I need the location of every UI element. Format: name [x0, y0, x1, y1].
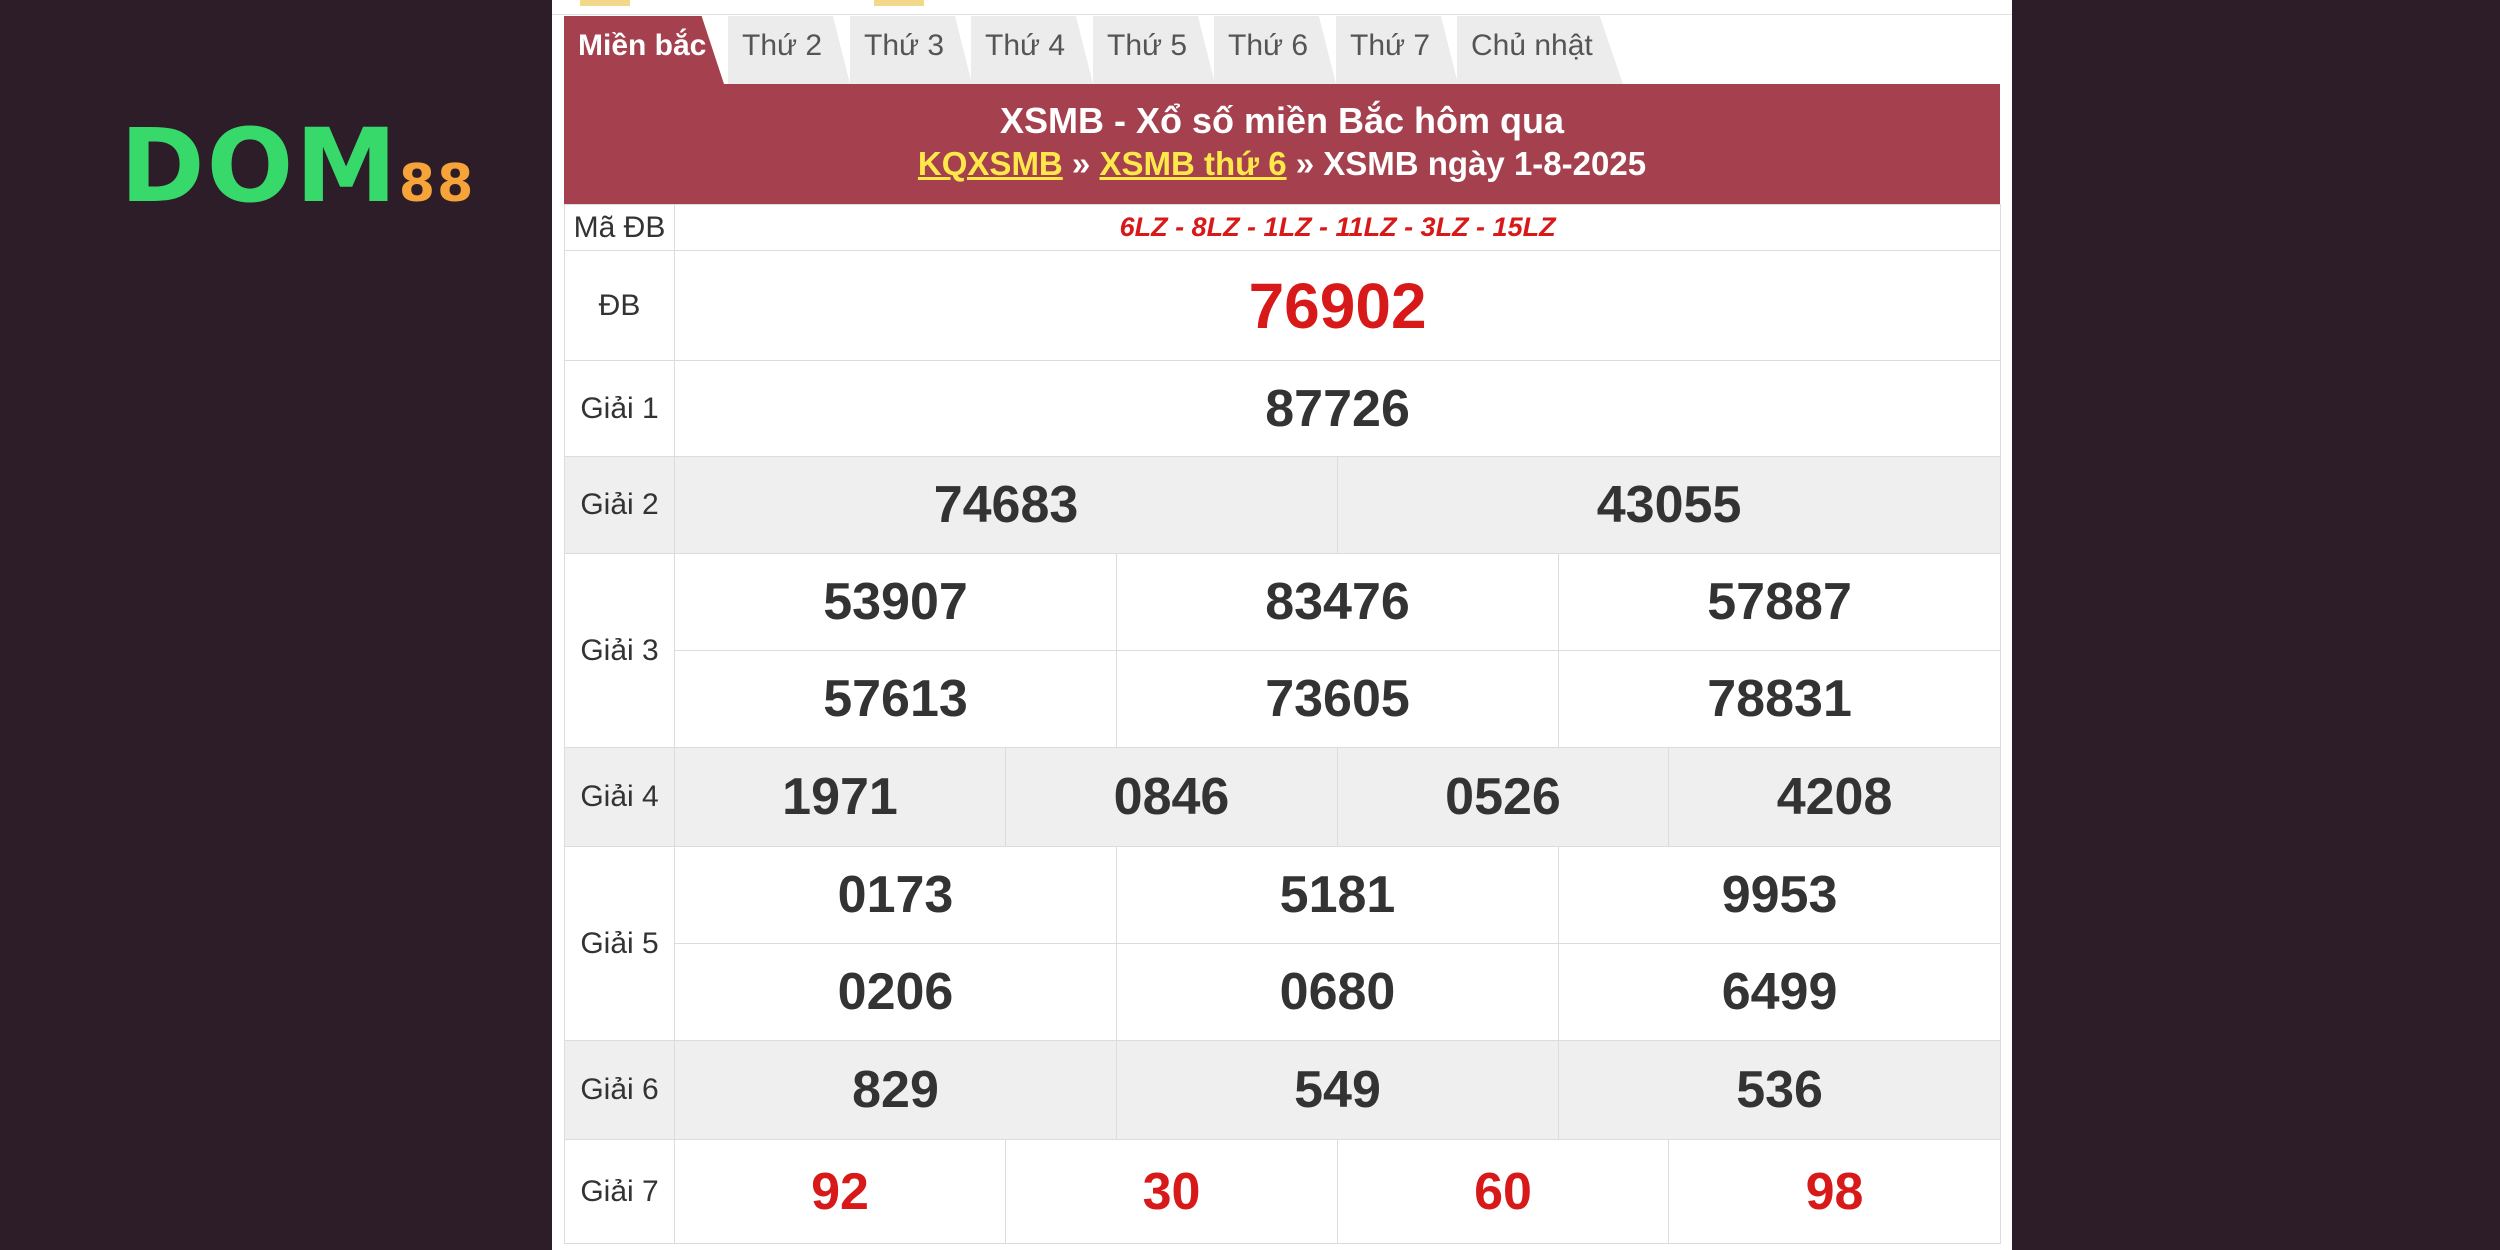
prize-label: Giải 6 [564, 1040, 675, 1140]
ma-db-value: 6LZ - 8LZ - 1LZ - 11LZ - 3LZ - 15LZ [673, 204, 2002, 251]
prize-number: 73605 [1116, 650, 1559, 748]
prize-label: Giải 7 [564, 1139, 675, 1244]
prize-number: 1971 [674, 747, 1006, 847]
row-giai-1: Giải 1 87726 [564, 360, 2002, 457]
prize-number: 6499 [1557, 943, 2002, 1041]
prize-number: 74683 [674, 456, 1338, 554]
prize-number: 87726 [673, 360, 2002, 457]
row-giai-5: Giải 5 0173 5181 9953 [564, 846, 2002, 1041]
prize-number: 0173 [674, 846, 1117, 944]
top-strip-marker [580, 0, 630, 6]
breadcrumb-xsmb-thu6-link[interactable]: XSMB thứ 6 [1099, 145, 1286, 182]
tab-thu-4[interactable]: Thứ 4 [971, 16, 1093, 84]
tab-mien-bac[interactable]: Miền bắc [564, 16, 724, 84]
row-giai-2: Giải 2 74683 43055 [564, 456, 2002, 554]
prize-number: 0846 [1005, 747, 1338, 847]
region-tabs: Miền bắc Thứ 2 Thứ 3 Thứ 4 Thứ 5 Thứ 6 T… [564, 16, 2004, 84]
top-strip [552, 0, 2012, 15]
tab-chu-nhat[interactable]: Chủ nhật [1457, 16, 1623, 84]
breadcrumb-kqxsmb-link[interactable]: KQXSMB [918, 145, 1063, 182]
row-giai-3: 57613 73605 78831 [565, 650, 2002, 748]
prize-number: 53907 [674, 553, 1117, 651]
breadcrumb: KQXSMB » XSMB thứ 6 » XSMB ngày 1-8-2025 [564, 142, 2000, 186]
row-giai-5: 0206 0680 6499 [565, 943, 2002, 1041]
breadcrumb-current: XSMB ngày 1-8-2025 [1323, 145, 1647, 182]
prize-label: Giải 5 [564, 846, 675, 1041]
breadcrumb-separator: » [1286, 145, 1324, 182]
prize-number: 98 [1667, 1139, 2002, 1244]
row-ma-db: Mã ĐB 6LZ - 8LZ - 1LZ - 11LZ - 3LZ - 15L… [564, 204, 2002, 251]
prize-number: 829 [674, 1040, 1117, 1140]
prize-label: Giải 1 [564, 360, 675, 457]
logo-text-dom: DOM [120, 107, 399, 226]
tab-thu-6[interactable]: Thứ 6 [1214, 16, 1336, 84]
prize-label: Giải 4 [564, 747, 675, 847]
breadcrumb-separator: » [1062, 145, 1100, 182]
tab-thu-2[interactable]: Thứ 2 [728, 16, 850, 84]
tab-thu-7[interactable]: Thứ 7 [1336, 16, 1458, 84]
prize-label: ĐB [564, 250, 675, 361]
prize-number: 30 [1005, 1139, 1338, 1244]
prize-label: Giải 3 [564, 553, 675, 748]
prize-number: 536 [1557, 1040, 2002, 1140]
prize-number: 83476 [1116, 553, 1559, 651]
top-strip-marker [874, 0, 924, 6]
prize-number: 4208 [1667, 747, 2002, 847]
results-header: XSMB - Xổ số miền Bắc hôm qua KQXSMB » X… [564, 84, 2000, 204]
tab-thu-5[interactable]: Thứ 5 [1093, 16, 1215, 84]
prize-number: 92 [674, 1139, 1006, 1244]
logo-text-88: 88 [398, 154, 476, 214]
results-title: XSMB - Xổ số miền Bắc hôm qua [999, 100, 1565, 141]
prize-number: 57613 [674, 650, 1117, 748]
prize-number: 60 [1337, 1139, 1669, 1244]
prize-label: Giải 2 [564, 456, 675, 554]
prize-number: 9953 [1557, 846, 2002, 944]
prize-number: 549 [1116, 1040, 1559, 1140]
prize-number: 0526 [1337, 747, 1669, 847]
row-giai-6: Giải 6 829 549 536 [564, 1040, 2002, 1140]
special-prize-number: 76902 [673, 250, 2002, 361]
prize-number: 0206 [674, 943, 1117, 1041]
row-giai-4: Giải 4 1971 0846 0526 4208 [564, 747, 2002, 847]
tab-thu-3[interactable]: Thứ 3 [850, 16, 972, 84]
prize-number: 78831 [1557, 650, 2002, 748]
results-table: Mã ĐB 6LZ - 8LZ - 1LZ - 11LZ - 3LZ - 15L… [564, 204, 2002, 1244]
lottery-panel: Miền bắc Thứ 2 Thứ 3 Thứ 4 Thứ 5 Thứ 6 T… [552, 0, 2012, 1250]
prize-label: Mã ĐB [564, 204, 675, 251]
row-giai-7: Giải 7 92 30 60 98 [564, 1139, 2002, 1244]
prize-number: 43055 [1336, 456, 2002, 554]
prize-number: 0680 [1116, 943, 1559, 1041]
row-dac-biet: ĐB 76902 [564, 250, 2002, 361]
dom88-logo[interactable]: DOM88 [120, 116, 475, 218]
row-giai-3: Giải 3 53907 83476 57887 [564, 553, 2002, 748]
prize-number: 57887 [1557, 553, 2002, 651]
prize-number: 5181 [1116, 846, 1559, 944]
